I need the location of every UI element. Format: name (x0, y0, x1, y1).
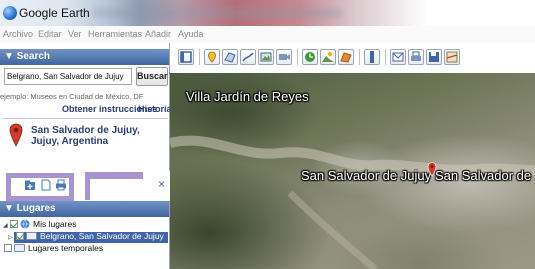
folder-icon (14, 244, 25, 252)
globe-icon (20, 219, 30, 229)
search-panel-header[interactable]: ▼ Search (0, 49, 169, 65)
tree-item-label: Lugares temporales (28, 243, 104, 253)
checkbox[interactable] (16, 232, 24, 240)
menu-ver[interactable]: Ver (68, 29, 82, 39)
places-tree: ◢ Mis lugares ▷ Belgrano, San Salvador d… (0, 218, 170, 269)
print-icon[interactable] (408, 49, 424, 65)
annotation-overlay-side (85, 179, 90, 200)
google-earth-logo-icon (3, 6, 17, 20)
expand-arrow-icon[interactable]: ▷ (8, 234, 13, 241)
tree-item-belgrano[interactable]: ▷ Belgrano, San Salvador de Jujuy (8, 231, 168, 243)
tree-item-mis-lugares[interactable]: ◢ Mis lugares (0, 219, 170, 231)
panel-toolbar: × (0, 171, 170, 201)
menu-bar: Archivo Editar Ver Herramientas Añadir A… (0, 26, 535, 43)
record-tour-icon[interactable] (276, 49, 292, 65)
map-view[interactable]: Villa Jardín de Reyes San Salvador de Ju… (170, 73, 535, 269)
blurred-title-region (92, 8, 342, 18)
checkbox[interactable] (10, 220, 18, 228)
title-bar: Google Earth (0, 0, 535, 26)
toolbar-separator (359, 49, 360, 65)
image-overlay-icon[interactable] (258, 49, 274, 65)
folder-icon (26, 232, 37, 240)
window-title: Google Earth (19, 6, 90, 20)
search-button[interactable]: Buscar (136, 67, 168, 86)
map-label-san-salvador[interactable]: San Salvador de Jujuy (301, 168, 431, 183)
annotation-overlay (6, 173, 74, 201)
close-icon[interactable]: × (158, 177, 165, 191)
sun-icon[interactable] (320, 49, 336, 65)
divider (2, 118, 168, 119)
history-link[interactable]: Historial (138, 104, 174, 114)
map-pin-icon[interactable] (427, 162, 437, 177)
menu-herramientas[interactable]: Herramientas (88, 29, 142, 39)
ruler-icon[interactable] (364, 49, 380, 65)
annotation-overlay-top (85, 172, 143, 179)
polygon-icon[interactable] (222, 49, 238, 65)
sidebar: ▼ Search Buscar ejemplo: Museos en Ciuda… (0, 43, 174, 269)
checkbox[interactable] (4, 244, 12, 252)
sidebar-toggle-icon[interactable] (178, 49, 194, 65)
menu-archivo[interactable]: Archivo (3, 29, 33, 39)
map-toolbar (170, 43, 535, 73)
location-pin-icon[interactable] (9, 123, 23, 147)
menu-ayuda[interactable]: Ayuda (178, 29, 203, 39)
switch-to-sky-icon[interactable] (338, 49, 354, 65)
map-label-san-salvador-partial[interactable]: San Salvador de (435, 168, 531, 183)
menu-anadir[interactable]: Añadir (145, 29, 171, 39)
placemark-icon[interactable] (204, 49, 220, 65)
search-input[interactable] (4, 68, 132, 85)
tree-item-label: Belgrano, San Salvador de Jujuy (40, 231, 164, 241)
search-result-title[interactable]: San Salvador de Jujuy, Jujuy, Argentina (31, 125, 166, 147)
menu-editar[interactable]: Editar (38, 29, 62, 39)
map-label-villa-jardin[interactable]: Villa Jardín de Reyes (186, 89, 309, 104)
historical-imagery-icon[interactable] (302, 49, 318, 65)
email-icon[interactable] (390, 49, 406, 65)
places-panel-header[interactable]: ▼ Lugares (0, 201, 169, 217)
tree-item-label: Mis lugares (33, 219, 77, 229)
collapse-arrow-icon[interactable]: ◢ (3, 222, 8, 229)
view-in-maps-icon[interactable] (444, 49, 460, 65)
search-example-hint: ejemplo: Museos en Ciudad de México, DF (0, 92, 144, 101)
path-icon[interactable] (240, 49, 256, 65)
save-image-icon[interactable] (426, 49, 442, 65)
toolbar-separator (297, 49, 298, 65)
tree-item-lugares-temporales[interactable]: Lugares temporales (0, 243, 170, 255)
toolbar-separator (385, 49, 386, 65)
toolbar-separator (199, 49, 200, 65)
